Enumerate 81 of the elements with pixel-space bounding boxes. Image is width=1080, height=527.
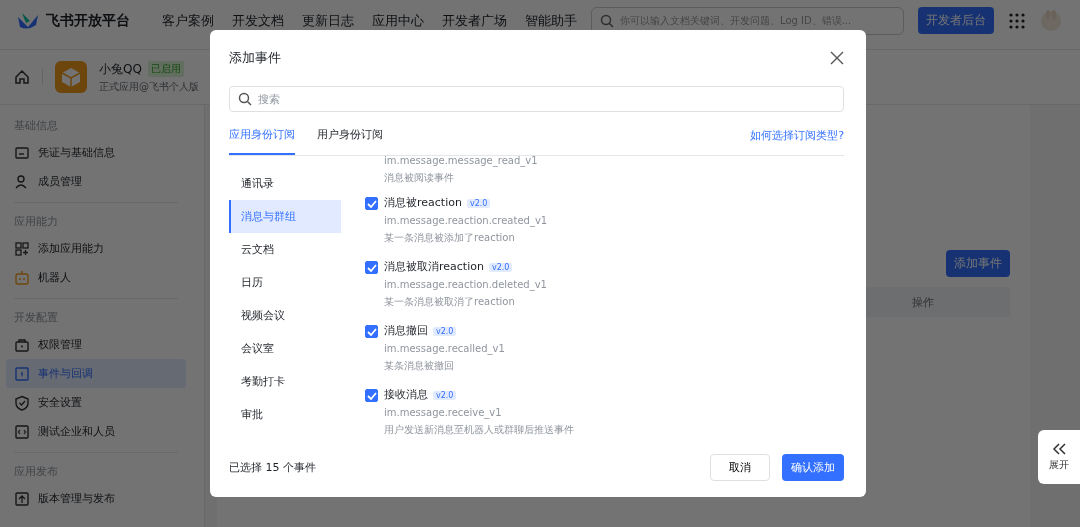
- sidebar-item[interactable]: 凭证与基础信息: [6, 138, 186, 167]
- check-icon: [366, 327, 377, 336]
- nav-link[interactable]: 客户案例: [162, 11, 214, 30]
- event-name: 消息被reaction: [384, 195, 462, 211]
- console-button[interactable]: 开发者后台: [918, 7, 994, 34]
- nav-link[interactable]: 更新日志: [302, 11, 354, 30]
- category-item[interactable]: 通讯录: [229, 167, 341, 200]
- confirm-button[interactable]: 确认添加: [782, 454, 844, 481]
- category-item[interactable]: 审批: [229, 398, 341, 431]
- checkbox[interactable]: [365, 197, 378, 210]
- tab[interactable]: 应用身份订阅: [229, 115, 295, 155]
- checkbox[interactable]: [365, 325, 378, 338]
- sidebar-item[interactable]: 测试企业和人员: [6, 417, 186, 446]
- event-description: 消息被阅读事件: [384, 171, 455, 185]
- sidebar-item[interactable]: 添加应用能力: [6, 234, 186, 263]
- avatar-icon: [1040, 9, 1062, 32]
- version-tag: v2.0: [433, 390, 457, 400]
- sidebar-item[interactable]: 成员管理: [6, 167, 186, 196]
- check-icon: [366, 391, 377, 400]
- category-item[interactable]: 日历: [229, 266, 341, 299]
- brand-name[interactable]: 飞书开放平台: [46, 11, 130, 30]
- event-code: im.message.reaction.created_v1: [384, 214, 548, 228]
- sidebar-item[interactable]: 版本管理与发布: [6, 484, 186, 513]
- robot-icon: [14, 269, 30, 286]
- close-icon: [830, 51, 844, 65]
- help-link[interactable]: 如何选择订阅类型?: [750, 127, 844, 143]
- selection-count: 已选择 15 个事件: [229, 460, 316, 475]
- nav-link[interactable]: 开发文档: [232, 11, 284, 30]
- nav-link[interactable]: 智能助手: [525, 11, 577, 30]
- search-field[interactable]: 搜索: [229, 86, 844, 112]
- event-description: 某一条消息被添加了reaction: [384, 231, 516, 245]
- version-tag: v2.0: [466, 198, 491, 208]
- tab[interactable]: 用户身份订阅: [317, 115, 383, 155]
- expand-button[interactable]: 展开: [1038, 430, 1080, 484]
- event-code: im.message.reaction.deleted_v1: [384, 278, 547, 292]
- apps-grid-icon: [1008, 11, 1026, 30]
- category-item[interactable]: 云文档: [229, 233, 341, 266]
- event-name: 消息撤回: [384, 323, 428, 339]
- search-icon: [238, 92, 252, 106]
- category-item[interactable]: 考勤打卡: [229, 365, 341, 398]
- version-tag: v2.0: [433, 326, 457, 336]
- sidebar-item[interactable]: 机器人: [6, 263, 186, 292]
- category-item[interactable]: 消息与群组: [229, 200, 341, 233]
- app-box-icon: [55, 61, 87, 93]
- event-description: 用户发送新消息至机器人或群聊后推送事件: [384, 423, 574, 437]
- version-tag: v2.0: [488, 262, 513, 272]
- event-name: 消息被取消reaction: [384, 259, 484, 275]
- add-event-button[interactable]: 添加事件: [946, 250, 1010, 277]
- status-tag: 已启用: [147, 61, 184, 77]
- event-code: im.message.recalled_v1: [384, 342, 505, 356]
- grid-icon: [14, 240, 30, 257]
- event-description: 某一条消息被取消了reaction: [384, 295, 516, 309]
- nav-link[interactable]: 应用中心: [372, 11, 424, 30]
- home-icon: [14, 69, 30, 85]
- double-chevron-icon: [1052, 442, 1066, 455]
- dialog-title: 添加事件: [229, 49, 281, 67]
- sidebar-item[interactable]: 事件与回调: [6, 359, 186, 388]
- sidebar-item[interactable]: 安全设置: [6, 388, 186, 417]
- checkbox[interactable]: [365, 389, 378, 402]
- briefcase-icon: [14, 336, 30, 353]
- logo-icon: [16, 10, 40, 31]
- card-icon: [14, 144, 30, 161]
- checkbox[interactable]: [365, 261, 378, 274]
- app-name: 小兔QQ: [99, 60, 142, 78]
- event-code: im.message.message_read_v1: [384, 156, 538, 168]
- event-description: 某条消息被撤回: [384, 359, 455, 373]
- check-icon: [366, 199, 377, 208]
- upload-icon: [14, 490, 30, 507]
- cancel-button[interactable]: 取消: [710, 454, 770, 481]
- code-icon: [14, 423, 30, 440]
- close-button[interactable]: [830, 51, 844, 65]
- sidebar-item[interactable]: 权限管理: [6, 330, 186, 359]
- search-icon: [600, 13, 614, 28]
- event-code: im.message.receive_v1: [384, 406, 503, 420]
- category-item[interactable]: 会议室: [229, 332, 341, 365]
- event-name: 接收消息: [384, 387, 428, 403]
- nav-link[interactable]: 开发者广场: [442, 11, 507, 30]
- category-item[interactable]: 视频会议: [229, 299, 341, 332]
- shield-icon: [14, 394, 30, 411]
- square-icon: [14, 365, 30, 382]
- check-icon: [366, 263, 377, 272]
